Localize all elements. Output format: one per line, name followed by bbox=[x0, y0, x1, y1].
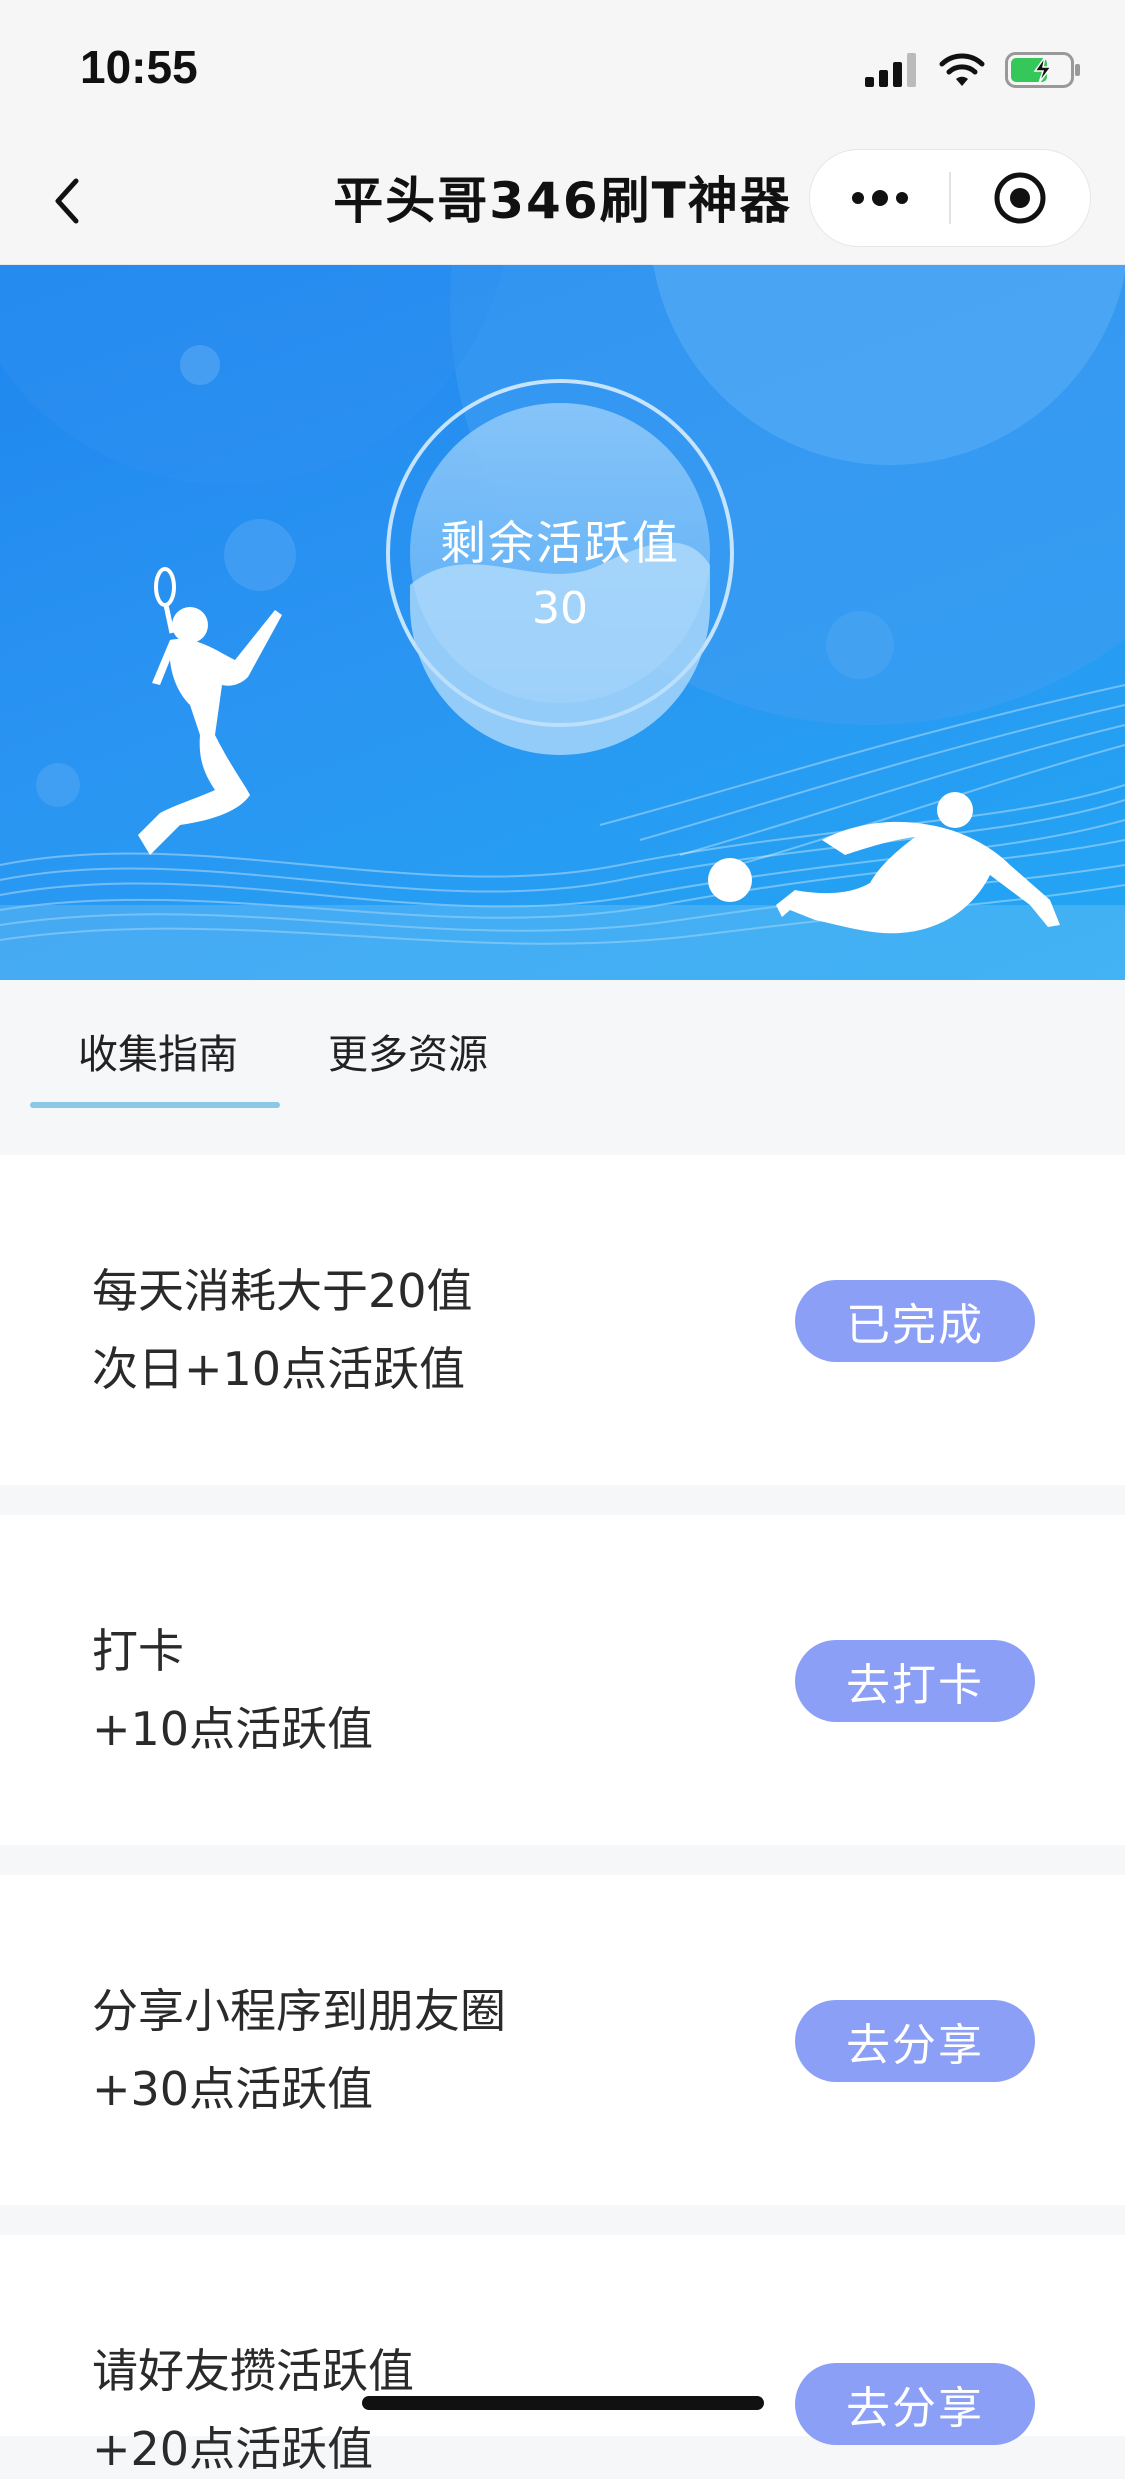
record-circle-icon bbox=[994, 172, 1046, 224]
task-card: 打卡 +10点活跃值 去打卡 bbox=[0, 1515, 1125, 1845]
tab-more-resources[interactable]: 更多资源 bbox=[328, 1022, 488, 1080]
activity-label: 剩余活跃值 bbox=[440, 516, 680, 570]
task-title: 请好友攒活跃值 bbox=[92, 2344, 414, 2398]
task-status-button[interactable]: 已完成 bbox=[795, 1280, 1035, 1362]
menu-capsule bbox=[809, 149, 1091, 247]
more-button[interactable] bbox=[810, 149, 949, 247]
status-time: 10:55 bbox=[80, 41, 198, 93]
battery-icon bbox=[1005, 52, 1080, 88]
cellular-signal-icon bbox=[865, 53, 916, 87]
close-miniprogram-button[interactable] bbox=[951, 149, 1090, 247]
task-reward: 次日+10点活跃值 bbox=[92, 1342, 466, 1396]
home-indicator bbox=[362, 2396, 764, 2410]
task-title: 分享小程序到朋友圈 bbox=[92, 1984, 506, 2038]
share-button[interactable]: 去分享 bbox=[795, 2000, 1035, 2082]
activity-value: 30 bbox=[532, 583, 588, 634]
task-reward: +10点活跃值 bbox=[92, 1702, 374, 1756]
task-title: 每天消耗大于20值 bbox=[92, 1264, 473, 1318]
task-title: 打卡 bbox=[92, 1624, 184, 1678]
check-in-button[interactable]: 去打卡 bbox=[795, 1640, 1035, 1722]
wifi-icon bbox=[939, 53, 985, 86]
more-dots-icon bbox=[851, 190, 908, 206]
hero-banner: 剩余活跃值 30 bbox=[0, 265, 1125, 980]
task-card: 分享小程序到朋友圈 +30点活跃值 去分享 bbox=[0, 1875, 1125, 2205]
tab-guide[interactable]: 收集指南 bbox=[78, 1022, 238, 1080]
invite-share-button[interactable]: 去分享 bbox=[795, 2363, 1035, 2445]
task-card: 每天消耗大于20值 次日+10点活跃值 已完成 bbox=[0, 1155, 1125, 1485]
task-reward: +20点活跃值 bbox=[92, 2422, 374, 2476]
task-reward: +30点活跃值 bbox=[92, 2062, 374, 2116]
nav-bar: 平头哥346刷T神器 bbox=[0, 135, 1125, 265]
status-bar: 10:55 bbox=[0, 0, 1125, 135]
status-icons bbox=[865, 48, 1081, 92]
tab-active-indicator bbox=[30, 1102, 280, 1108]
tab-bar: 收集指南 更多资源 bbox=[0, 980, 1125, 1155]
badminton-player-figure bbox=[138, 567, 282, 855]
